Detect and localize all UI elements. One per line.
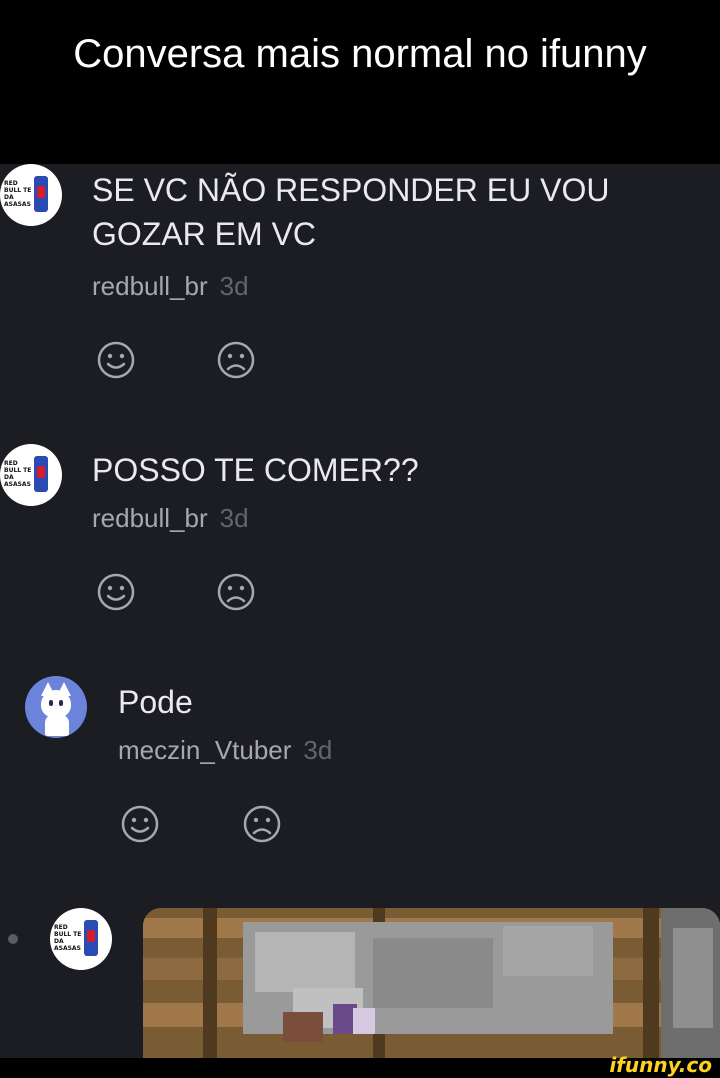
user-avatar[interactable]: [25, 676, 87, 738]
avatar-text: RED BULL TE DA ASASAS: [4, 180, 32, 208]
caption-text: Conversa mais normal no ifunny: [73, 32, 647, 76]
frown-icon[interactable]: [242, 804, 282, 844]
user-avatar[interactable]: RED BULL TE DA ASASAS: [0, 164, 62, 226]
ifunny-watermark: ifunny.co: [609, 1053, 712, 1077]
smile-icon[interactable]: [96, 572, 136, 612]
timestamp: 3d: [219, 271, 249, 301]
can-icon: [34, 456, 48, 492]
comment-meta: meczin_Vtuber 3d: [118, 734, 332, 766]
frown-icon[interactable]: [216, 572, 256, 612]
smile-icon[interactable]: [96, 340, 136, 380]
can-icon: [84, 920, 98, 956]
user-avatar[interactable]: RED BULL TE DA ASASAS: [50, 908, 112, 970]
comment-text: Pode: [118, 684, 193, 720]
cat-body-icon: [45, 714, 69, 736]
avatar-text: RED BULL TE DA ASASAS: [54, 924, 82, 952]
username[interactable]: meczin_Vtuber: [118, 735, 291, 765]
cat-eye-icon: [49, 700, 53, 706]
comment-text: POSSO TE COMER??: [92, 452, 419, 488]
username[interactable]: redbull_br: [92, 271, 208, 301]
user-avatar[interactable]: RED BULL TE DA ASASAS: [0, 444, 62, 506]
avatar-text: RED BULL TE DA ASASAS: [4, 460, 32, 488]
cat-eye-icon: [59, 700, 63, 706]
minecraft-image: [143, 908, 720, 1058]
can-icon: [34, 176, 48, 212]
smile-icon[interactable]: [120, 804, 160, 844]
username[interactable]: redbull_br: [92, 503, 208, 533]
comment-image[interactable]: [143, 908, 720, 1058]
timestamp: 3d: [219, 503, 249, 533]
timestamp: 3d: [303, 735, 333, 765]
comment-text: SE VC NÃO RESPONDER EU VOU GOZAR EM VC: [92, 172, 610, 252]
meme-caption: Conversa mais normal no ifunny: [0, 0, 720, 164]
comment-meta: redbull_br 3d: [92, 502, 249, 534]
comment-meta: redbull_br 3d: [92, 270, 249, 302]
frown-icon[interactable]: [216, 340, 256, 380]
online-dot: [8, 934, 18, 944]
